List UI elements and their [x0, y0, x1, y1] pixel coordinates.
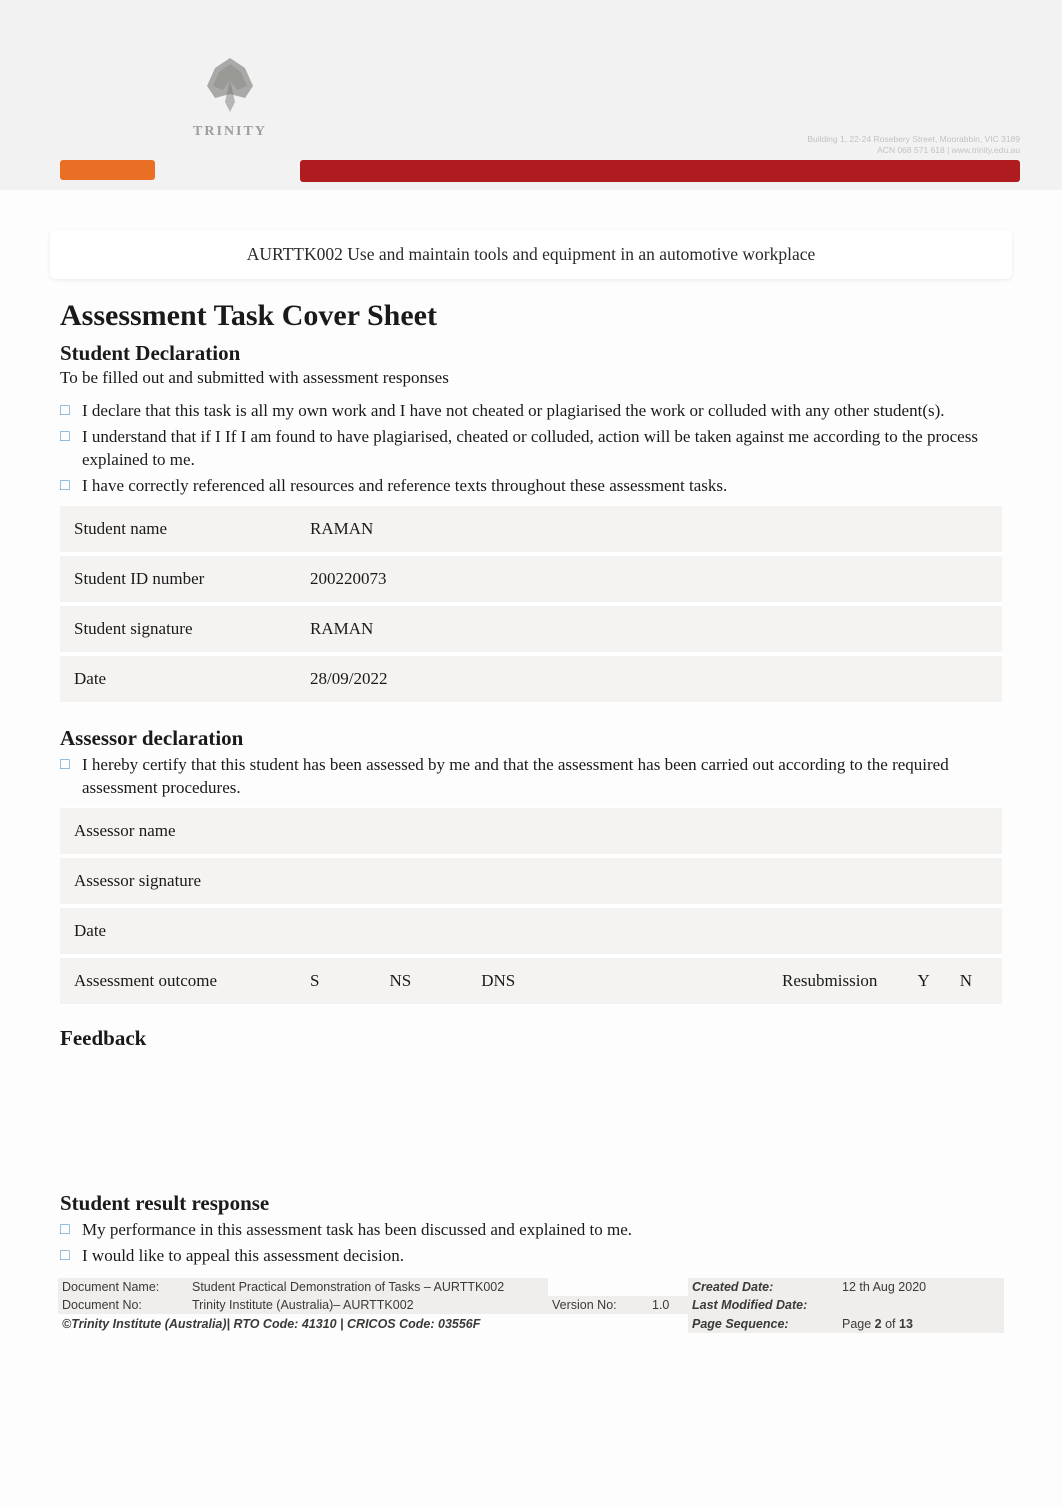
document-footer: Document Name: Student Practical Demonst…: [58, 1278, 1004, 1333]
assessor-name-label: Assessor name: [60, 821, 290, 841]
assessor-signature-row: Assessor signature: [60, 856, 1002, 906]
page-title: Assessment Task Cover Sheet: [60, 299, 1002, 333]
checkbox-icon: □: [60, 400, 82, 422]
banner-address: Building 1, 22-24 Rosebery Street, Moora…: [690, 118, 1020, 156]
version-label: Version No:: [548, 1296, 648, 1314]
result-response-item: □ My performance in this assessment task…: [60, 1219, 1002, 1242]
date-label: Date: [60, 669, 290, 689]
assessor-info-table: Assessor name Assessor signature Date As…: [60, 806, 1002, 1006]
assessment-outcome-row: Assessment outcome S NS DNS Resubmission…: [60, 956, 1002, 1006]
copyright-text: ©Trinity Institute (Australia)| RTO Code…: [58, 1314, 688, 1333]
student-id-row: Student ID number 200220073: [60, 554, 1002, 604]
page-total: 13: [899, 1317, 913, 1331]
assessor-declaration-heading: Assessor declaration: [60, 726, 1002, 751]
student-info-table: Student name RAMAN Student ID number 200…: [60, 504, 1002, 704]
resubmission-label: Resubmission: [782, 971, 877, 991]
page-sequence-label: Page Sequence:: [688, 1314, 838, 1333]
declaration-item: □ I declare that this task is all my own…: [60, 400, 1002, 423]
doc-name-label: Document Name:: [58, 1278, 188, 1296]
student-signature-value: RAMAN: [290, 619, 1002, 639]
eagle-logo-icon: [185, 50, 275, 120]
logo-text: TRINITY: [193, 124, 267, 140]
outcome-ns: NS: [389, 971, 411, 991]
red-accent-bar: [300, 160, 1020, 182]
date-row: Date 28/09/2022: [60, 654, 1002, 704]
checkbox-icon: □: [60, 1245, 82, 1267]
page-current: 2: [875, 1317, 882, 1331]
student-name-row: Student name RAMAN: [60, 504, 1002, 554]
result-response-text: I would like to appeal this assessment d…: [82, 1245, 1002, 1268]
resubmission-n: N: [960, 971, 972, 991]
checkbox-icon: □: [60, 475, 82, 497]
created-date-value: 12 th Aug 2020: [838, 1278, 1004, 1296]
assessor-name-row: Assessor name: [60, 806, 1002, 856]
student-id-value: 200220073: [290, 569, 1002, 589]
student-signature-label: Student signature: [60, 619, 290, 639]
student-name-label: Student name: [60, 519, 290, 539]
logo-block: TRINITY: [155, 20, 305, 170]
student-declaration-sub: To be filled out and submitted with asse…: [60, 368, 1002, 388]
header-banner: TRINITY Building 1, 22-24 Rosebery Stree…: [0, 0, 1062, 190]
student-id-label: Student ID number: [60, 569, 290, 589]
declaration-text: I understand that if I If I am found to …: [82, 426, 1002, 472]
date-value: 28/09/2022: [290, 669, 1002, 689]
assessor-signature-label: Assessor signature: [60, 871, 290, 891]
assessment-outcome-values: S NS DNS Resubmission Y N: [290, 971, 1002, 991]
declaration-item: □ I understand that if I If I am found t…: [60, 426, 1002, 472]
page-sequence-value: Page 2 of 13: [838, 1314, 1004, 1333]
last-modified-value: [838, 1296, 1004, 1314]
created-date-label: Created Date:: [688, 1278, 838, 1296]
feedback-space: [60, 1053, 1002, 1183]
assessor-declaration-text: I hereby certify that this student has b…: [82, 754, 1002, 800]
student-result-heading: Student result response: [60, 1191, 1002, 1216]
feedback-heading: Feedback: [60, 1026, 1002, 1051]
assessor-declaration-text-row: □ I hereby certify that this student has…: [60, 754, 1002, 800]
declaration-text: I have correctly referenced all resource…: [82, 475, 1002, 498]
version-value: 1.0: [648, 1296, 688, 1314]
student-signature-row: Student signature RAMAN: [60, 604, 1002, 654]
created-date-text: 12 th Aug 2020: [842, 1280, 926, 1294]
page-of: of: [885, 1317, 899, 1331]
doc-name-value: Student Practical Demonstration of Tasks…: [188, 1278, 548, 1296]
checkbox-icon: □: [60, 426, 82, 448]
result-response-item: □ I would like to appeal this assessment…: [60, 1245, 1002, 1268]
banner-address-line1: Building 1, 22-24 Rosebery Street, Moora…: [807, 134, 1020, 145]
assessor-date-label: Date: [60, 921, 290, 941]
doc-no-label: Document No:: [58, 1296, 188, 1314]
resubmission-y: Y: [917, 971, 929, 991]
unit-title: AURTTK002 Use and maintain tools and equ…: [247, 244, 816, 264]
doc-no-value: Trinity Institute (Australia)– AURTTK002: [188, 1296, 548, 1314]
declaration-text: I declare that this task is all my own w…: [82, 400, 1002, 423]
checkbox-icon: □: [60, 754, 82, 776]
unit-title-box: AURTTK002 Use and maintain tools and equ…: [50, 230, 1012, 279]
assessor-date-row: Date: [60, 906, 1002, 956]
student-name-value: RAMAN: [290, 519, 1002, 539]
banner-address-line2: ACN 068 571 618 | www.trinity.edu.au: [877, 145, 1020, 156]
assessment-outcome-label: Assessment outcome: [60, 971, 290, 991]
outcome-dns: DNS: [481, 971, 515, 991]
student-declaration-heading: Student Declaration: [60, 341, 1002, 366]
declaration-item: □ I have correctly referenced all resour…: [60, 475, 1002, 498]
outcome-s: S: [310, 971, 319, 991]
orange-accent-bar: [60, 160, 155, 180]
result-response-text: My performance in this assessment task h…: [82, 1219, 1002, 1242]
checkbox-icon: □: [60, 1219, 82, 1241]
page-prefix: Page: [842, 1317, 875, 1331]
last-modified-label: Last Modified Date:: [688, 1296, 838, 1314]
